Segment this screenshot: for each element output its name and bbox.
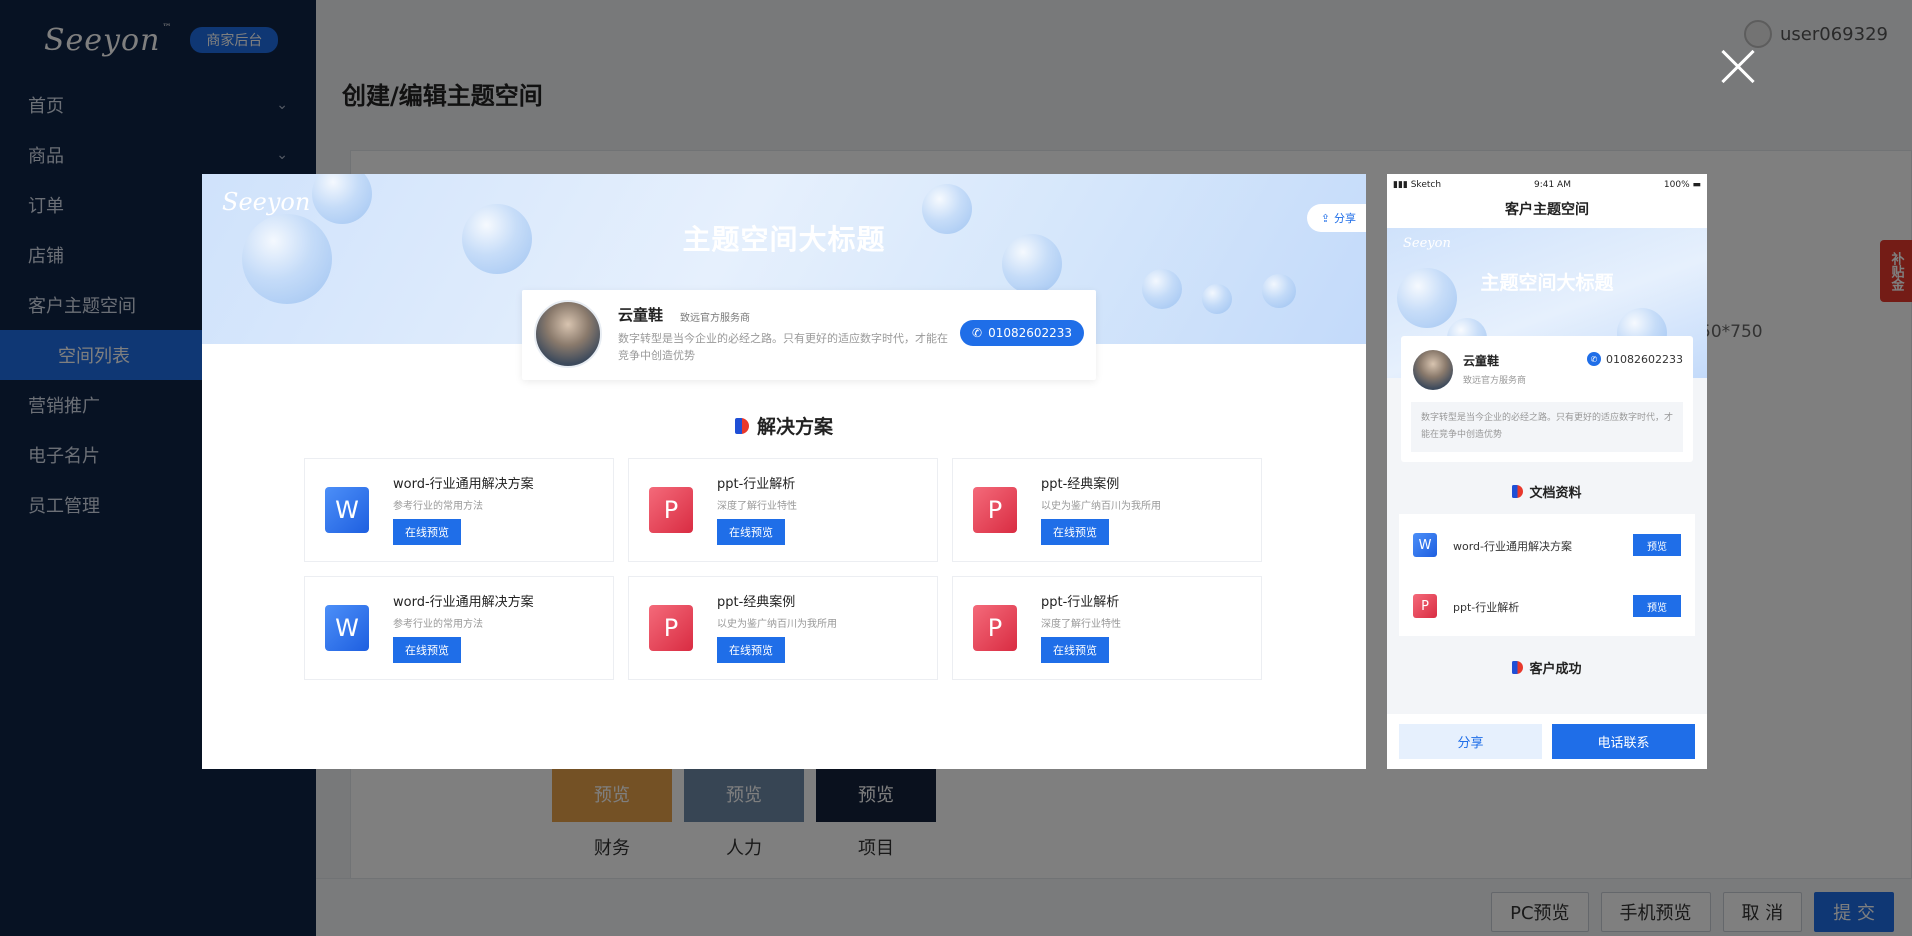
online-preview-button[interactable]: 在线预览: [393, 519, 461, 545]
ppt-file-icon: P: [1413, 594, 1437, 618]
online-preview-button[interactable]: 在线预览: [393, 637, 461, 663]
word-file-icon: W: [325, 605, 369, 651]
section-flag-icon: [1512, 485, 1524, 498]
word-file-icon: W: [1413, 533, 1437, 557]
carrier-label: ▮▮▮ Sketch: [1393, 180, 1442, 190]
pc-banner-title: 主题空间大标题: [682, 223, 886, 256]
call-button[interactable]: 电话联系: [1552, 724, 1695, 759]
contact-role: 致远官方服务商: [680, 313, 750, 324]
doc-card: P ppt-经典案例 以史为鉴广纳百川为我所用 在线预览: [628, 576, 938, 680]
doc-card: P ppt-行业解析 深度了解行业特性 在线预览: [952, 576, 1262, 680]
contact-name: 云童鞋: [618, 306, 664, 324]
ppt-file-icon: P: [973, 605, 1017, 651]
list-item: W word-行业通用解决方案 预览: [1399, 514, 1695, 575]
phone-icon: ✆: [972, 326, 983, 340]
status-time: 9:41 AM: [1533, 180, 1571, 190]
pc-logo: Seeyon: [222, 188, 311, 216]
decor-bubble: [312, 174, 372, 224]
doc-card: W word-行业通用解决方案 参考行业的常用方法 在线预览: [304, 576, 614, 680]
share-icon: ⇪: [1320, 211, 1330, 225]
word-file-icon: W: [325, 487, 369, 533]
contact-desc: 数字转型是当今企业的必经之路。只有更好的适应数字时代，才能在竞争中创造优势: [618, 332, 948, 362]
online-preview-button[interactable]: 在线预览: [1041, 519, 1109, 545]
ppt-file-icon: P: [649, 605, 693, 651]
mobile-phone-link[interactable]: ✆ 01082602233: [1587, 352, 1683, 366]
section-flag-icon: [734, 417, 749, 434]
mobile-contact-card: 云童鞋 致远官方服务商 ✆ 01082602233 数字转型是当今企业的必经之路。…: [1401, 336, 1693, 462]
doc-card: P ppt-经典案例 以史为鉴广纳百川为我所用 在线预览: [952, 458, 1262, 562]
phone-status-bar: ▮▮▮ Sketch 9:41 AM 100% ▬: [1387, 174, 1707, 196]
preview-button[interactable]: 预览: [1633, 534, 1681, 556]
share-button[interactable]: 分享: [1399, 724, 1542, 759]
mobile-doc-list: W word-行业通用解决方案 预览 P ppt-行业解析 预览: [1399, 514, 1695, 636]
decor-bubble: [1202, 284, 1232, 314]
doc-card: P ppt-行业解析 深度了解行业特性 在线预览: [628, 458, 938, 562]
pc-preview: Seeyon 主题空间大标题 ⇪ 分享 云童鞋 致远官方服务商 数字转型是当今企业…: [202, 174, 1366, 769]
section-title-solutions: 解决方案: [202, 412, 1366, 439]
doc-card: W word-行业通用解决方案 参考行业的常用方法 在线预览: [304, 458, 614, 562]
mobile-banner-title: 主题空间大标题: [1480, 272, 1614, 294]
preview-button[interactable]: 预览: [1633, 595, 1681, 617]
phone-button[interactable]: ✆ 01082602233: [960, 320, 1085, 346]
pc-share-button[interactable]: ⇪ 分享: [1306, 204, 1366, 232]
doc-grid: W word-行业通用解决方案 参考行业的常用方法 在线预览 P ppt-行业解…: [304, 458, 1262, 680]
online-preview-button[interactable]: 在线预览: [717, 637, 785, 663]
close-icon[interactable]: [1716, 44, 1760, 88]
online-preview-button[interactable]: 在线预览: [1041, 637, 1109, 663]
decor-bubble: [1142, 269, 1182, 309]
ppt-file-icon: P: [649, 487, 693, 533]
section-title-docs: 文档资料: [1387, 482, 1707, 501]
signal-icon: ▮▮▮: [1393, 180, 1411, 190]
list-item: P ppt-行业解析 预览: [1399, 575, 1695, 636]
decor-bubble: [1262, 274, 1296, 308]
phone-icon: ✆: [1587, 352, 1602, 366]
ppt-file-icon: P: [973, 487, 1017, 533]
battery-icon: ▬: [1689, 180, 1701, 190]
online-preview-button[interactable]: 在线预览: [717, 519, 785, 545]
section-title-success: 客户成功: [1387, 658, 1707, 677]
contact-avatar: [1413, 350, 1453, 390]
battery-label: 100% ▬: [1663, 180, 1701, 190]
mobile-preview: ▮▮▮ Sketch 9:41 AM 100% ▬ 客户主题空间 Seeyon …: [1387, 174, 1707, 769]
mobile-nav-title: 客户主题空间: [1387, 196, 1707, 230]
section-flag-icon: [1512, 661, 1524, 674]
pc-contact-card: 云童鞋 致远官方服务商 数字转型是当今企业的必经之路。只有更好的适应数字时代，才…: [522, 290, 1096, 380]
mobile-bottom-bar: 分享 电话联系: [1387, 714, 1707, 769]
mobile-logo: Seeyon: [1403, 236, 1451, 251]
contact-avatar: [534, 300, 602, 368]
